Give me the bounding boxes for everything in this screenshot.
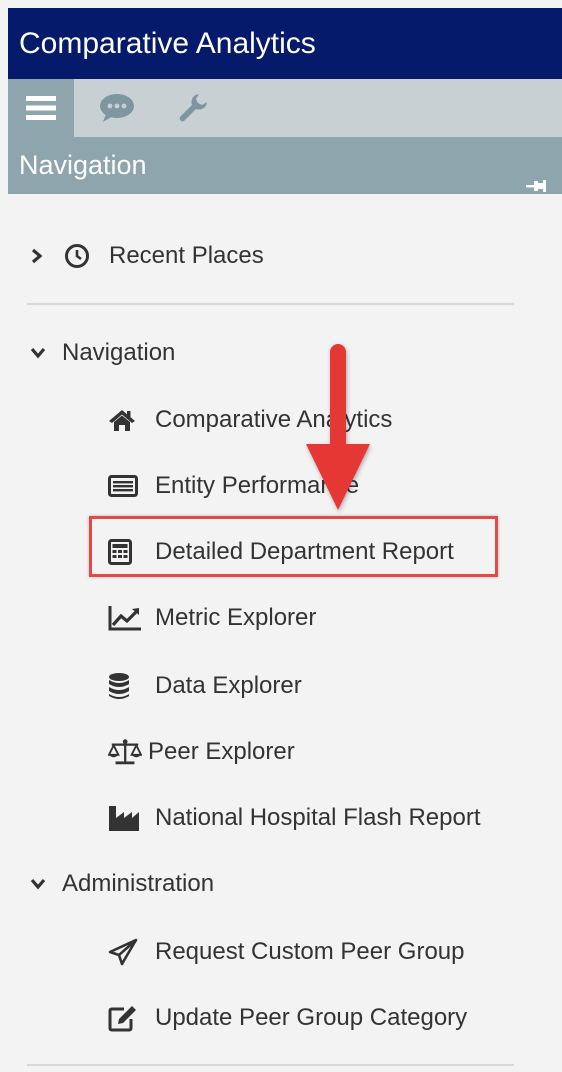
nav-item-label: National Hospital Flash Report bbox=[155, 804, 481, 831]
recent-places-item[interactable]: Recent Places bbox=[30, 236, 264, 276]
balance-scale-icon bbox=[108, 738, 142, 766]
chat-tab[interactable] bbox=[84, 79, 150, 137]
nav-item-peer-explorer[interactable]: Peer Explorer bbox=[108, 732, 295, 772]
panel-toolbar bbox=[8, 79, 562, 137]
nav-item-request-custom-peer-group[interactable]: Request Custom Peer Group bbox=[108, 932, 464, 972]
list-box-icon bbox=[108, 472, 142, 500]
recent-places-label: Recent Places bbox=[109, 242, 264, 269]
nav-item-label: Request Custom Peer Group bbox=[155, 938, 465, 965]
menu-tab[interactable] bbox=[8, 79, 74, 137]
home-icon bbox=[108, 406, 142, 434]
nav-item-national-hospital-flash-report[interactable]: National Hospital Flash Report bbox=[108, 798, 481, 838]
nav-item-label: Update Peer Group Category bbox=[155, 1004, 468, 1031]
line-chart-icon bbox=[108, 604, 142, 632]
navigation-section-toggle[interactable]: Navigation bbox=[30, 333, 175, 373]
chevron-down-icon bbox=[30, 877, 52, 891]
administration-section-label: Administration bbox=[62, 870, 215, 897]
nav-item-label: Peer Explorer bbox=[148, 738, 295, 765]
pin-button[interactable] bbox=[526, 157, 546, 214]
chevron-down-icon bbox=[30, 346, 52, 360]
highlight-box bbox=[89, 516, 498, 577]
pin-icon bbox=[526, 180, 546, 192]
paper-plane-icon bbox=[108, 938, 142, 966]
nav-item-data-explorer[interactable]: Data Explorer bbox=[108, 666, 302, 706]
nav-item-label: Metric Explorer bbox=[155, 604, 317, 631]
app-title: Comparative Analytics bbox=[8, 8, 562, 79]
navigation-section-label: Navigation bbox=[62, 339, 176, 366]
clock-icon bbox=[64, 242, 92, 270]
chat-icon bbox=[100, 94, 134, 122]
down-arrow-annotation bbox=[306, 344, 370, 510]
panel-header: Navigation bbox=[8, 137, 562, 194]
divider bbox=[27, 1064, 514, 1066]
industry-icon bbox=[108, 804, 142, 832]
nav-item-metric-explorer[interactable]: Metric Explorer bbox=[108, 598, 316, 638]
wrench-icon bbox=[179, 94, 207, 122]
divider bbox=[27, 303, 514, 305]
nav-item-update-peer-group-category[interactable]: Update Peer Group Category bbox=[108, 998, 467, 1038]
nav-item-label: Data Explorer bbox=[155, 672, 302, 699]
database-icon bbox=[108, 672, 142, 700]
tools-tab[interactable] bbox=[160, 79, 226, 137]
chevron-right-icon bbox=[30, 248, 52, 264]
administration-section-toggle[interactable]: Administration bbox=[30, 864, 214, 904]
edit-icon bbox=[108, 1004, 142, 1032]
menu-icon bbox=[26, 96, 56, 120]
panel-title: Navigation bbox=[19, 150, 147, 180]
